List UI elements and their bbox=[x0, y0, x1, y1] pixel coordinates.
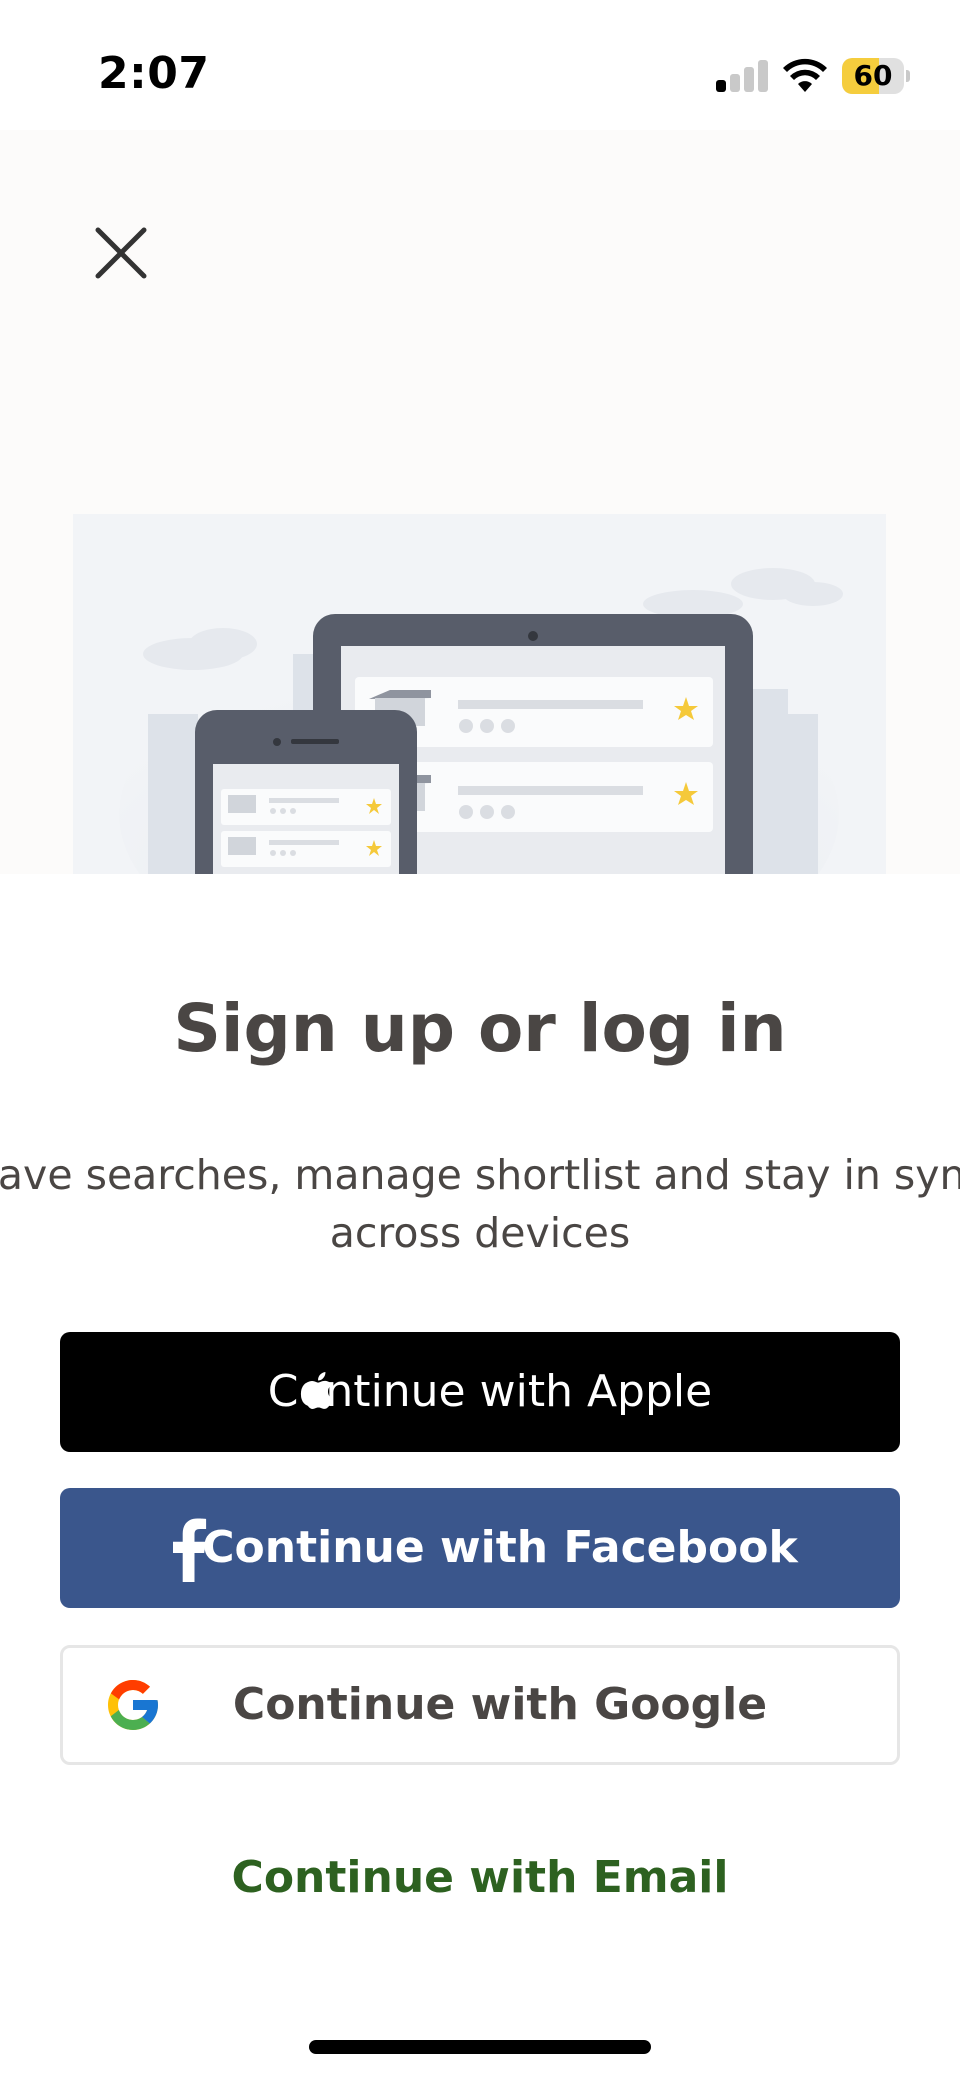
battery-icon: 60 bbox=[842, 58, 910, 94]
page-title: Sign up or log in bbox=[173, 990, 787, 1067]
status-bar: 2:07 60 bbox=[0, 0, 960, 130]
close-icon[interactable] bbox=[86, 218, 156, 288]
battery-level: 60 bbox=[853, 59, 893, 92]
continue-with-apple-button[interactable]: Continue with Apple bbox=[60, 1332, 900, 1452]
cellular-signal-icon bbox=[716, 60, 770, 92]
status-time: 2:07 bbox=[98, 48, 210, 99]
home-indicator bbox=[309, 2040, 651, 2054]
continue-with-google-button[interactable]: Continue with Google bbox=[60, 1645, 900, 1765]
subtitle-line-2: across devices bbox=[329, 1209, 631, 1257]
continue-with-facebook-button[interactable]: Continue with Facebook bbox=[60, 1488, 900, 1608]
apple-button-label: Continue with Apple bbox=[267, 1366, 713, 1417]
devices-illustration bbox=[73, 514, 886, 874]
google-button-label: Continue with Google bbox=[232, 1679, 768, 1730]
continue-with-email-link[interactable]: Continue with Email bbox=[0, 1852, 960, 1903]
wifi-icon bbox=[783, 58, 827, 92]
subtitle: Save searches, manage shortlist and stay… bbox=[0, 1146, 960, 1262]
facebook-button-label: Continue with Facebook bbox=[202, 1522, 798, 1573]
subtitle-line-1: Save searches, manage shortlist and stay… bbox=[0, 1151, 960, 1199]
